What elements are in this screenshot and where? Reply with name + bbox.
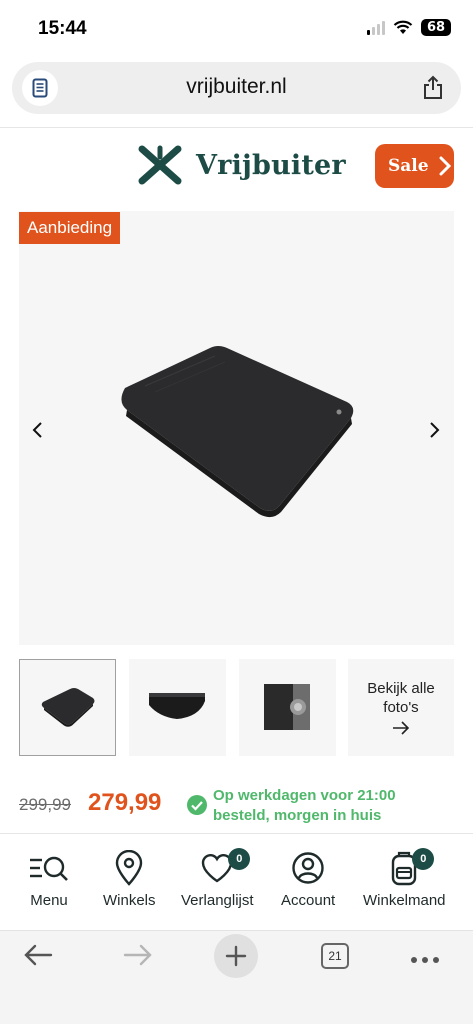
check-circle-icon xyxy=(187,795,207,815)
offer-badge: Aanbieding xyxy=(19,212,121,244)
nav-stores-label: Winkels xyxy=(103,892,156,909)
nav-divider xyxy=(0,833,473,834)
sale-price: 279,99 xyxy=(88,789,162,816)
nav-wishlist-label: Verlanglijst xyxy=(181,892,254,909)
nav-account-label: Account xyxy=(281,892,336,909)
nav-cart-label: Winkelmand xyxy=(363,892,446,909)
nav-wishlist[interactable]: 0 Verlanglijst xyxy=(181,848,254,909)
old-price: 299,99 xyxy=(19,795,71,814)
logo-icon xyxy=(138,145,182,185)
share-button[interactable] xyxy=(423,75,443,105)
arrow-right-icon xyxy=(393,721,410,735)
brand-name: Vrijbuiter xyxy=(196,149,346,181)
chevron-right-icon xyxy=(439,156,451,176)
tabs-button[interactable]: 21 xyxy=(321,943,349,969)
header-divider xyxy=(0,127,473,128)
status-time: 15:44 xyxy=(38,18,87,39)
nav-menu-label: Menu xyxy=(30,892,68,909)
heart-icon: 0 xyxy=(200,848,251,888)
more-button[interactable] xyxy=(410,951,440,969)
wishlist-count-badge: 0 xyxy=(228,848,251,870)
status-bar: 15:44 68 xyxy=(0,0,473,58)
nav-menu[interactable]: Menu xyxy=(28,848,70,909)
new-tab-button[interactable] xyxy=(214,934,258,978)
url-text[interactable]: vrijbuiter.nl xyxy=(12,75,461,99)
backpack-icon: 0 xyxy=(390,848,435,888)
product-image-sleeping-mat xyxy=(121,346,354,518)
thumbnail-mat-edge-image xyxy=(149,693,205,719)
location-pin-icon xyxy=(114,848,144,888)
nav-account[interactable]: Account xyxy=(281,848,335,909)
thumbnail-1[interactable] xyxy=(19,659,116,756)
wifi-icon xyxy=(393,20,413,34)
status-icons: 68 xyxy=(367,19,451,36)
user-icon xyxy=(291,848,325,888)
brand-logo[interactable]: Vrijbuiter xyxy=(138,145,346,185)
forward-button[interactable] xyxy=(122,943,154,972)
view-all-photos-button[interactable]: Bekijk alle foto's xyxy=(348,659,454,756)
back-button[interactable] xyxy=(22,943,54,972)
view-all-label-1: Bekijk alle xyxy=(367,680,435,697)
nav-stores[interactable]: Winkels xyxy=(103,848,156,909)
sale-button[interactable]: Sale xyxy=(375,144,454,188)
address-bar[interactable]: vrijbuiter.nl xyxy=(12,62,461,114)
sale-button-label: Sale xyxy=(388,156,429,176)
nav-cart[interactable]: 0 Winkelmand xyxy=(363,848,446,909)
plus-circle xyxy=(214,934,258,978)
browser-toolbar: 21 xyxy=(0,930,473,1024)
delivery-line-1: Op werkdagen voor 21:00 xyxy=(213,787,396,804)
thumbnail-3[interactable] xyxy=(239,659,336,756)
menu-search-icon xyxy=(28,848,70,888)
thumbnail-valve-image xyxy=(264,684,310,730)
battery-indicator: 68 xyxy=(421,19,451,36)
more-icon xyxy=(411,957,439,963)
view-all-label-2: foto's xyxy=(383,699,419,716)
plus-icon xyxy=(225,945,247,967)
thumbnail-2[interactable] xyxy=(129,659,226,756)
delivery-line-2: besteld, morgen in huis xyxy=(213,807,382,824)
arrow-left-icon xyxy=(24,944,53,966)
gallery-next-button[interactable] xyxy=(426,420,442,445)
tabs-count: 21 xyxy=(321,943,349,969)
chevron-right-icon xyxy=(430,422,440,438)
cart-count-badge: 0 xyxy=(412,848,435,870)
gallery-prev-button[interactable] xyxy=(30,420,46,445)
share-icon xyxy=(424,75,442,99)
cellular-signal-icon xyxy=(367,20,385,35)
delivery-info: Op werkdagen voor 21:00 besteld, morgen … xyxy=(213,786,396,826)
chevron-left-icon xyxy=(32,422,42,438)
thumbnail-mat-image xyxy=(41,688,95,727)
arrow-right-icon xyxy=(123,944,152,966)
